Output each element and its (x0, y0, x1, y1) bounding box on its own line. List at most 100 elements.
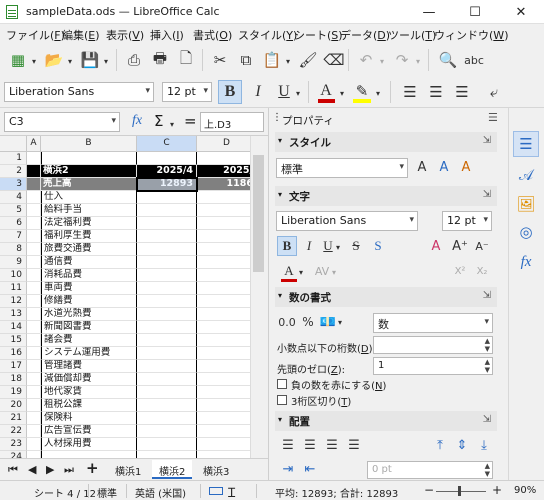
row-header[interactable]: 7 (0, 230, 27, 243)
cell[interactable] (27, 256, 41, 269)
chevron-down-icon[interactable]: ▾ (286, 57, 290, 66)
cell[interactable] (197, 282, 250, 295)
sheet-tab-active[interactable]: 横浜2 (152, 460, 193, 479)
decrease-indent-icon[interactable]: ⇤ (300, 459, 320, 479)
zoom-level[interactable]: 90% (514, 485, 536, 496)
column-header[interactable]: A (27, 136, 41, 152)
leading-zeros-input[interactable]: 1 ▲ ▼ (373, 357, 493, 375)
cell[interactable] (27, 399, 41, 412)
zoom-in-button[interactable]: + (492, 483, 502, 497)
cell[interactable] (197, 373, 250, 386)
chevron-down-icon[interactable]: ▾ (376, 89, 380, 98)
subscript-button[interactable]: X₂ (472, 261, 492, 281)
cell[interactable] (27, 165, 41, 178)
chevron-down-icon[interactable]: ▾ (399, 162, 404, 172)
increase-indent-icon[interactable]: ⇥ (278, 459, 298, 479)
row-header[interactable]: 21 (0, 412, 27, 425)
cell[interactable] (137, 256, 197, 269)
clear-formatting-icon[interactable]: ⌫ (322, 48, 346, 72)
row-header[interactable]: 5 (0, 204, 27, 217)
row-header[interactable]: 15 (0, 334, 27, 347)
function-wizard-icon[interactable]: fx (132, 113, 142, 129)
cell[interactable] (27, 425, 41, 438)
sidebar-strikethrough-button[interactable]: S (346, 236, 366, 256)
sidebar-underline-button[interactable]: U (318, 236, 338, 256)
chevron-down-icon[interactable]: ▾ (32, 57, 36, 66)
cell[interactable]: 横浜2 (41, 165, 137, 178)
cell[interactable] (137, 399, 197, 412)
cell[interactable] (137, 204, 197, 217)
row-header[interactable]: 3 (0, 178, 27, 191)
menu-insert[interactable]: 挿入(I) (150, 27, 184, 43)
cell[interactable] (197, 217, 250, 230)
percent-format-button[interactable]: % (298, 312, 318, 332)
row-header[interactable]: 20 (0, 399, 27, 412)
increase-font-size-icon[interactable]: A⁺ (450, 236, 470, 256)
align-center-icon[interactable]: ☰ (300, 435, 320, 455)
decrease-font-size-icon[interactable]: A⁻ (472, 236, 492, 256)
sidebar-menu-icon[interactable]: ☰ (488, 111, 498, 124)
cell[interactable]: 人材採用費 (41, 438, 137, 451)
menu-data[interactable]: データ(D) (340, 27, 390, 43)
cell[interactable] (197, 386, 250, 399)
row-header[interactable]: 4 (0, 191, 27, 204)
cell[interactable] (197, 295, 250, 308)
spin-icon[interactable]: ▲ ▼ (485, 358, 490, 374)
styles-panel-title[interactable]: ▾ スタイル ⇲ (275, 132, 497, 152)
cell[interactable]: 減価償却費 (41, 373, 137, 386)
cell[interactable] (197, 438, 250, 451)
cell[interactable]: 2025/ (197, 165, 250, 178)
cell[interactable] (137, 217, 197, 230)
cell[interactable] (137, 334, 197, 347)
cell[interactable]: 広告宣伝費 (41, 425, 137, 438)
cell[interactable] (27, 412, 41, 425)
thousands-separator-checkbox[interactable] (277, 395, 287, 405)
number-format-panel-title[interactable]: ▾ 数の書式 ⇲ (275, 287, 497, 307)
cell[interactable] (137, 373, 197, 386)
cell[interactable] (137, 412, 197, 425)
update-style-icon[interactable]: A (456, 157, 476, 177)
more-options-icon[interactable]: ⇲ (483, 189, 491, 200)
chevron-down-icon[interactable]: ▾ (170, 120, 174, 129)
cell[interactable] (137, 282, 197, 295)
row-header[interactable]: 2 (0, 165, 27, 178)
cell[interactable] (27, 295, 41, 308)
name-box[interactable]: C3 ▾ (4, 112, 120, 132)
cell[interactable] (197, 399, 250, 412)
cell[interactable] (137, 308, 197, 321)
sidebar-font-size[interactable]: 12 pt ▾ (442, 211, 492, 231)
cell[interactable]: 給料手当 (41, 204, 137, 217)
language[interactable]: 英語 (米国) (135, 485, 186, 500)
row-header[interactable]: 6 (0, 217, 27, 230)
cell[interactable] (137, 438, 197, 451)
cell[interactable]: 車両費 (41, 282, 137, 295)
cell[interactable] (197, 347, 250, 360)
cell[interactable] (197, 451, 250, 458)
cell[interactable] (197, 334, 250, 347)
chevron-down-icon[interactable]: ▾ (484, 317, 489, 327)
chevron-down-icon[interactable]: ▾ (483, 215, 488, 225)
row-header[interactable]: 8 (0, 243, 27, 256)
spin-icon[interactable]: ▲ ▼ (485, 462, 490, 478)
cell[interactable] (27, 178, 41, 191)
sum-icon[interactable]: Σ (154, 112, 163, 130)
cell[interactable] (137, 243, 197, 256)
row-header[interactable]: 16 (0, 347, 27, 360)
find-replace-icon[interactable]: 🔍 (436, 48, 460, 72)
indent-input[interactable]: 0 pt ▲ ▼ (367, 461, 493, 479)
sheet-tab[interactable]: 横浜3 (196, 460, 236, 479)
next-sheet-icon[interactable]: ▶ (46, 463, 54, 476)
number-format-icon[interactable]: 0.0 (277, 312, 297, 332)
select-all-corner[interactable] (0, 136, 27, 152)
save-icon[interactable]: 💾 (78, 48, 102, 72)
selection-mode-icon[interactable] (209, 487, 223, 495)
chevron-down-icon[interactable]: ▾ (111, 116, 116, 126)
cell[interactable] (27, 373, 41, 386)
cell[interactable]: 修繕費 (41, 295, 137, 308)
align-middle-icon[interactable]: ⇕ (452, 435, 472, 455)
sidebar-shadow-button[interactable]: S (368, 236, 388, 256)
cell[interactable] (27, 321, 41, 334)
style-select[interactable]: 標準 ▾ (276, 158, 408, 178)
selection-summary[interactable]: 平均: 12893; 合計: 12893 (275, 485, 398, 500)
align-left-icon[interactable]: ☰ (278, 435, 298, 455)
